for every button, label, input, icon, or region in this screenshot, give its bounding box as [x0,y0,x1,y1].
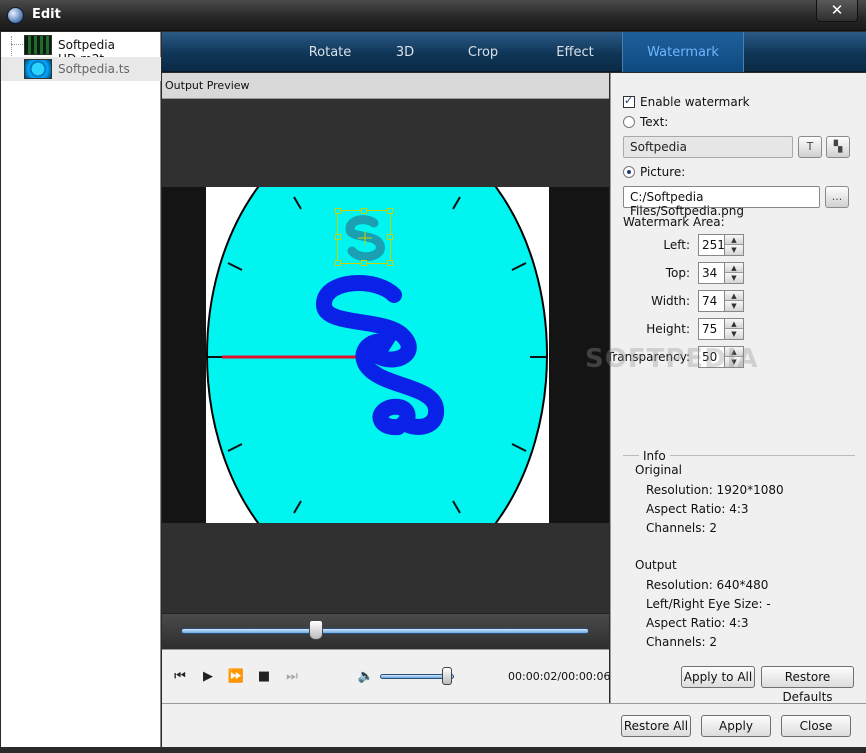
close-window-button[interactable]: ✕ [816,0,858,22]
text-radio[interactable] [623,116,635,128]
play-icon[interactable]: ▶ [198,668,218,686]
width-label: Width: [651,294,690,308]
file-item[interactable]: Softpedia.ts [1,57,161,81]
output-aspect-ratio: Aspect Ratio: 4:3 [646,616,749,630]
file-name: Softpedia.ts [58,62,130,76]
text-radio-label: Text: [640,115,669,129]
stop-icon[interactable]: ■ [254,668,274,686]
original-label: Original [635,463,682,477]
enable-watermark-label: Enable watermark [640,95,750,109]
edit-tab-bar: Rotate 3D Crop Effect Watermark [162,32,866,72]
browse-icon[interactable]: ... [825,186,849,208]
fast-forward-icon[interactable]: ⏩ [226,668,246,686]
resize-handle[interactable] [335,208,341,214]
preview-area [162,99,609,613]
left-value: 251 [702,238,725,252]
seek-bar[interactable] [181,628,589,634]
text-format-icon[interactable]: T [798,136,822,158]
spin-up-icon[interactable]: ▲ [725,291,743,301]
spin-down-icon[interactable]: ▼ [725,329,743,339]
left-label: Left: [663,238,690,252]
width-value: 74 [702,294,718,308]
window-title: Edit [32,7,61,22]
spin-up-icon[interactable]: ▲ [725,319,743,329]
tab-watermark[interactable]: Watermark [622,32,744,72]
bottom-button-bar: Restore All Apply Close [162,703,866,747]
height-spinner[interactable]: 75 ▲ ▼ [698,318,744,340]
seek-area [162,613,609,649]
spin-up-icon[interactable]: ▲ [725,235,743,245]
file-thumbnail [24,35,52,55]
height-label: Height: [646,322,690,336]
spinner-arrows[interactable]: ▲ ▼ [724,319,743,339]
top-spinner[interactable]: 34 ▲ ▼ [698,262,744,284]
spin-down-icon[interactable]: ▼ [725,273,743,283]
video-frame [206,187,549,523]
picture-radio[interactable] [623,166,635,178]
watermark-logo-image [345,215,385,262]
softpedia-watermark-text: SOFTPEDIA [585,344,759,374]
output-resolution: Resolution: 640*480 [646,578,769,592]
title-bar: Edit ✕ [0,0,866,31]
skip-forward-icon[interactable]: ⏭ [282,668,302,686]
tab-crop[interactable]: Crop [438,32,528,72]
original-resolution: Resolution: 1920*1080 [646,483,784,497]
file-list: Softpedia HD.m2t Softpedia.ts [1,32,161,747]
output-eye-size: Left/Right Eye Size: - [646,597,771,611]
time-display: 00:00:02/00:00:06 [508,670,611,683]
tab-rotate[interactable]: Rotate [288,32,372,72]
resize-handle[interactable] [387,208,393,214]
volume-icon[interactable]: 🔈 [356,668,376,686]
file-thumbnail [24,59,52,79]
watermark-text-field[interactable]: Softpedia [623,136,793,158]
resize-handle[interactable] [335,234,341,240]
spinner-arrows[interactable]: ▲ ▼ [724,291,743,311]
resize-handle[interactable] [387,260,393,266]
top-label: Top: [665,266,690,280]
output-channels: Channels: 2 [646,635,718,649]
original-aspect-ratio: Aspect Ratio: 4:3 [646,502,749,516]
apply-button[interactable]: Apply [701,715,771,737]
left-spinner[interactable]: 251 ▲ ▼ [698,234,744,256]
spin-up-icon[interactable]: ▲ [725,263,743,273]
spinner-arrows[interactable]: ▲ ▼ [724,235,743,255]
volume-thumb[interactable] [441,667,452,685]
resize-handle[interactable] [361,260,367,266]
height-value: 75 [702,322,718,336]
width-spinner[interactable]: 74 ▲ ▼ [698,290,744,312]
close-icon: ✕ [830,1,844,19]
watermark-overlay[interactable] [335,208,393,266]
resize-handle[interactable] [387,234,393,240]
playback-controls: ⏮ ▶ ⏩ ■ ⏭ 🔈 00:00:02/00:00:06 [162,649,611,703]
tab-3d[interactable]: 3D [372,32,438,72]
picture-path-field[interactable]: C:/Softpedia Files/Softpedia.png [623,186,820,218]
original-channels: Channels: 2 [646,521,718,535]
skip-back-icon[interactable]: ⏮ [170,668,190,686]
info-title: Info [639,449,670,463]
enable-watermark-checkbox[interactable] [623,94,635,108]
text-style-icon[interactable]: ▚ [826,136,850,158]
seek-thumb[interactable] [308,620,323,640]
picture-radio-label: Picture: [640,165,686,179]
spin-down-icon[interactable]: ▼ [725,301,743,311]
resize-handle[interactable] [361,208,367,214]
preview-title: Output Preview [165,79,250,92]
restore-defaults-button[interactable]: Restore Defaults [761,666,854,704]
apply-to-all-button[interactable]: Apply to All [681,666,755,688]
top-value: 34 [702,266,718,280]
tab-effect[interactable]: Effect [528,32,622,72]
spin-down-icon[interactable]: ▼ [725,245,743,255]
app-icon [7,7,24,24]
restore-all-button[interactable]: Restore All [621,715,691,737]
watermark-settings-panel: Enable watermark Text: Softpedia T ▚ Pic… [607,73,866,704]
resize-handle[interactable] [335,260,341,266]
preview-header: Output Preview [162,73,609,99]
output-label: Output [635,558,677,572]
spinner-arrows[interactable]: ▲ ▼ [724,263,743,283]
close-button[interactable]: Close [781,715,851,737]
file-item[interactable]: Softpedia HD.m2t [1,33,161,66]
watermark-area-label: Watermark Area: [623,215,725,229]
